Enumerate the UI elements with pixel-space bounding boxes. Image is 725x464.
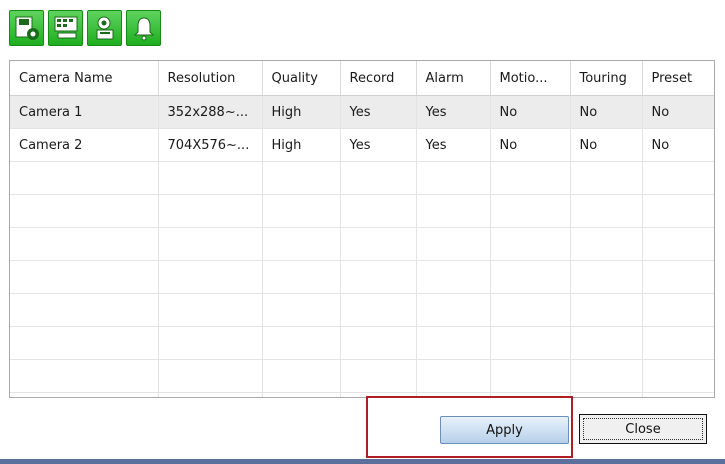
empty-row [10, 227, 714, 261]
empty-row [10, 326, 714, 360]
empty-row [10, 194, 714, 228]
cell-record: Yes [340, 128, 417, 162]
column-header-quality[interactable]: Quality [262, 61, 341, 96]
table-row[interactable]: Camera 1 352x288~... High Yes Yes No No … [10, 95, 714, 129]
alarm-bell-icon [133, 17, 154, 41]
close-button-label: Close [583, 418, 703, 440]
column-header-record[interactable]: Record [340, 61, 417, 96]
column-header-camera-name[interactable]: Camera Name [10, 61, 159, 96]
empty-row [10, 260, 714, 294]
window-bottom-bar [0, 459, 725, 464]
cell-quality: High [262, 128, 341, 162]
column-header-resolution[interactable]: Resolution [158, 61, 263, 96]
column-header-touring[interactable]: Touring [570, 61, 643, 96]
network-device-icon [54, 16, 77, 39]
alarm-bell-button[interactable] [126, 10, 161, 46]
save-settings-icon [15, 16, 39, 40]
save-settings-button[interactable] [9, 10, 44, 46]
toolbar [9, 10, 161, 48]
empty-row [10, 359, 714, 393]
cell-record: Yes [340, 95, 417, 129]
camera-record-icon [96, 16, 113, 40]
column-header-alarm[interactable]: Alarm [416, 61, 491, 96]
cell-resolution: 352x288~... [158, 95, 263, 129]
cell-camera-name: Camera 2 [10, 128, 159, 162]
cell-quality: High [262, 95, 341, 129]
apply-button[interactable]: Apply [440, 416, 569, 444]
table-row[interactable]: Camera 2 704X576~... High Yes Yes No No … [10, 128, 714, 162]
network-device-button[interactable] [48, 10, 83, 46]
cell-alarm: Yes [416, 95, 491, 129]
cell-motion: No [490, 95, 571, 129]
close-button[interactable]: Close [579, 414, 707, 444]
cell-touring: No [570, 95, 643, 129]
cell-touring: No [570, 128, 643, 162]
cell-motion: No [490, 128, 571, 162]
cell-preset: No [642, 128, 714, 162]
cell-preset: No [642, 95, 714, 129]
cell-alarm: Yes [416, 128, 491, 162]
cell-resolution: 704X576~... [158, 128, 263, 162]
empty-row [10, 392, 714, 397]
empty-row [10, 161, 714, 195]
column-header-motion[interactable]: Motio... [490, 61, 571, 96]
camera-record-button[interactable] [87, 10, 122, 46]
table-header-row: Camera Name Resolution Quality Record Al… [10, 61, 714, 96]
cell-camera-name: Camera 1 [10, 95, 159, 129]
column-header-preset[interactable]: Preset [642, 61, 714, 96]
camera-settings-table[interactable]: Camera Name Resolution Quality Record Al… [9, 60, 715, 398]
empty-row [10, 293, 714, 327]
